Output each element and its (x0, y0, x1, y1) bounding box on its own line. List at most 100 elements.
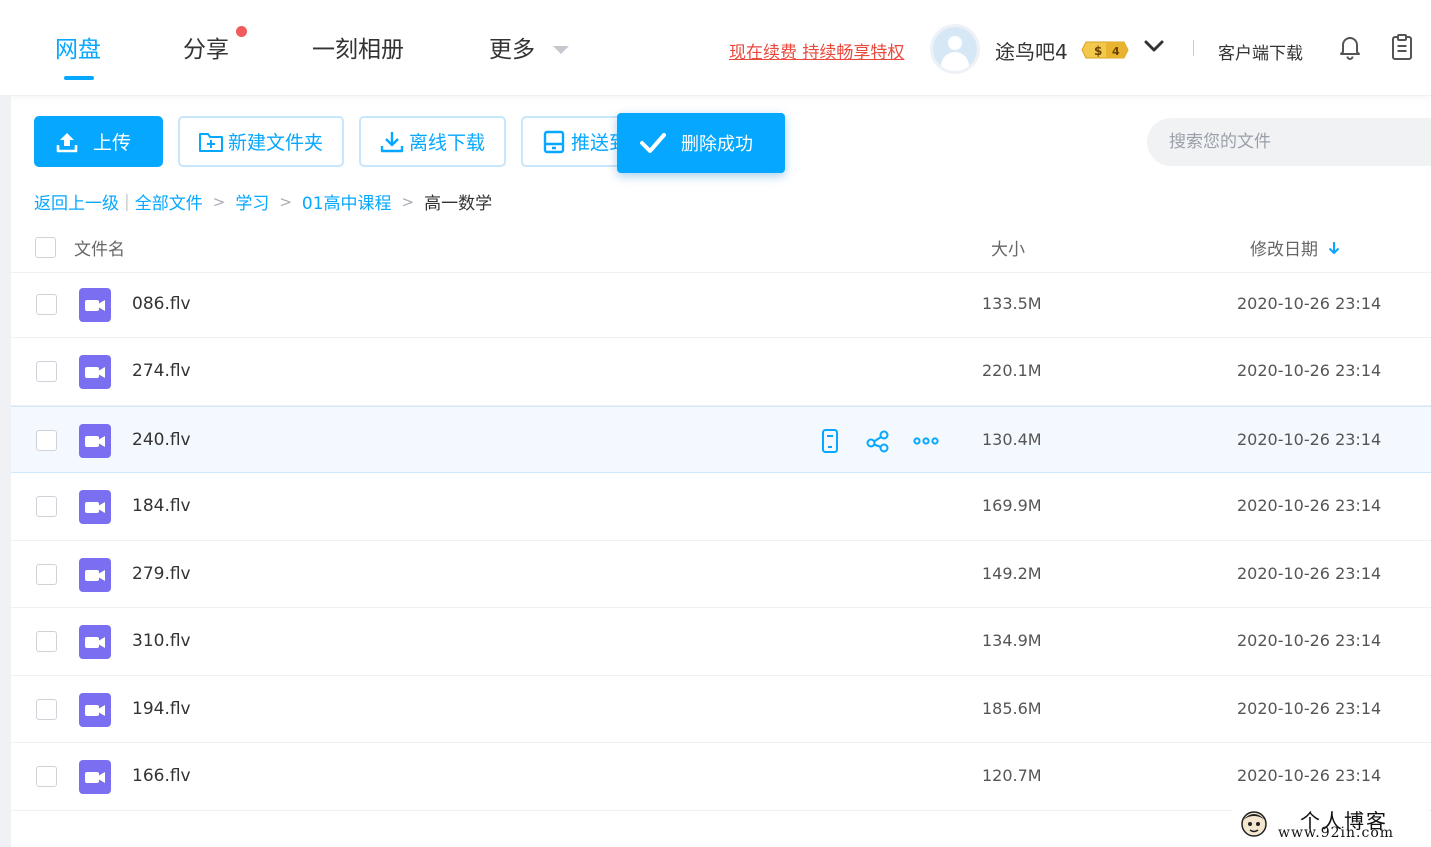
file-size: 149.2M (982, 563, 1042, 583)
row-checkbox[interactable] (36, 631, 57, 652)
upload-icon (56, 132, 78, 152)
new-folder-label: 新建文件夹 (228, 132, 324, 154)
bell-icon[interactable] (1338, 34, 1362, 60)
breadcrumb: 返回上一级 | 全部文件 > 学习 > 01高中课程 > 高一数学 (34, 189, 493, 215)
upload-button[interactable]: 上传 (34, 116, 163, 167)
breadcrumb-all-files[interactable]: 全部文件 (135, 189, 203, 214)
more-caret-icon[interactable] (553, 46, 569, 54)
new-folder-button[interactable]: 新建文件夹 (178, 116, 344, 167)
share-icon[interactable] (865, 428, 891, 454)
file-date: 2020-10-26 23:14 (1237, 631, 1382, 650)
row-checkbox[interactable] (36, 293, 57, 315)
file-date: 2020-10-26 23:14 (1237, 563, 1382, 583)
tab-share[interactable]: 分享 (183, 30, 229, 64)
breadcrumb-separator: > (212, 192, 226, 211)
row-checkbox[interactable] (36, 496, 57, 517)
search-input[interactable] (1147, 118, 1431, 166)
vip-badge-icon: $ 4 (1081, 41, 1129, 59)
left-sidebar-edge (0, 96, 11, 847)
row-checkbox[interactable] (36, 563, 57, 585)
offline-download-button[interactable]: 离线下载 (359, 116, 506, 167)
file-date: 2020-10-26 23:14 (1237, 766, 1382, 785)
file-size: 169.9M (982, 496, 1042, 515)
video-file-icon (79, 625, 111, 659)
folder-plus-icon (199, 132, 223, 152)
file-name[interactable]: 166.flv (132, 766, 191, 786)
file-name[interactable]: 194.flv (132, 699, 191, 719)
file-date: 2020-10-26 23:14 (1237, 293, 1382, 313)
breadcrumb-study[interactable]: 学习 (235, 189, 269, 214)
file-size: 120.7M (982, 766, 1042, 785)
row-checkbox[interactable] (36, 698, 57, 720)
delete-success-toast: 删除成功 (617, 113, 785, 173)
breadcrumb-separator: > (401, 192, 415, 211)
file-name[interactable]: 240.flv (132, 430, 191, 450)
table-row[interactable]: 194.flv 185.6M 2020-10-26 23:14 (11, 676, 1431, 743)
video-file-icon (79, 557, 111, 592)
file-size: 220.1M (982, 361, 1042, 380)
renew-promo-link[interactable]: 现在续费 持续畅享特权 (729, 38, 904, 63)
share-notification-badge (236, 26, 247, 37)
tab-netdisk[interactable]: 网盘 (55, 30, 101, 80)
tab-more[interactable]: 更多 (489, 30, 535, 64)
device-icon (543, 130, 565, 153)
download-icon (380, 131, 404, 152)
breadcrumb-separator: > (279, 192, 292, 211)
table-row[interactable]: 240.flv 130.4M 2020-10-26 23:14 (11, 405, 1431, 473)
upload-label: 上传 (93, 132, 132, 154)
video-file-icon (79, 287, 111, 322)
breadcrumb-current: 高一数学 (424, 194, 493, 214)
clipboard-icon[interactable] (1390, 33, 1414, 61)
avatar[interactable] (930, 24, 980, 74)
username[interactable]: 途鸟吧4 (995, 36, 1068, 65)
file-name[interactable]: 274.flv (132, 361, 191, 381)
vip-level: 4 (1112, 45, 1120, 58)
table-row[interactable]: 279.flv 149.2M 2020-10-26 23:14 (11, 541, 1431, 608)
watermark-url: www.92in.com (1278, 825, 1395, 841)
nav-divider (1193, 40, 1194, 56)
video-file-icon (79, 760, 111, 794)
video-file-icon (79, 423, 111, 458)
file-name[interactable]: 184.flv (132, 496, 191, 516)
more-options-icon[interactable] (913, 428, 939, 454)
row-checkbox[interactable] (36, 766, 57, 787)
file-name[interactable]: 086.flv (132, 294, 191, 314)
client-download-link[interactable]: 客户端下载 (1218, 39, 1303, 64)
header-date-label: 修改日期 (1250, 240, 1318, 260)
toast-message: 删除成功 (681, 134, 753, 155)
header-modified-date[interactable]: 修改日期 (1250, 235, 1342, 260)
vip-currency: $ (1094, 44, 1102, 58)
breadcrumb-back[interactable]: 返回上一级 (34, 189, 119, 214)
watermark: 个人博客 www.92in.com (1232, 803, 1428, 845)
table-row[interactable]: 310.flv 134.9M 2020-10-26 23:14 (11, 608, 1431, 676)
table-row[interactable]: 184.flv 169.9M 2020-10-26 23:14 (11, 473, 1431, 541)
header-filename[interactable]: 文件名 (74, 235, 125, 260)
file-name[interactable]: 310.flv (132, 631, 191, 651)
file-size: 130.4M (982, 429, 1042, 449)
breadcrumb-highschool[interactable]: 01高中课程 (302, 189, 392, 214)
mascot-icon (1241, 811, 1267, 837)
file-name[interactable]: 279.flv (132, 564, 191, 584)
table-row[interactable]: 166.flv 120.7M 2020-10-26 23:14 (11, 743, 1431, 811)
offline-download-label: 离线下载 (409, 132, 486, 154)
file-size: 133.5M (982, 293, 1042, 313)
file-date: 2020-10-26 23:14 (1237, 496, 1382, 515)
video-file-icon (79, 355, 111, 389)
video-file-icon (79, 692, 111, 727)
arrow-down-icon[interactable] (1326, 240, 1342, 256)
file-date: 2020-10-26 23:14 (1237, 361, 1382, 380)
breadcrumb-pipe: | (124, 191, 130, 212)
chevron-down-icon[interactable] (1143, 38, 1165, 54)
push-device-icon[interactable] (817, 428, 843, 454)
header-size[interactable]: 大小 (991, 235, 1025, 260)
table-row[interactable]: 086.flv 133.5M 2020-10-26 23:14 (11, 273, 1431, 338)
table-row[interactable]: 274.flv 220.1M 2020-10-26 23:14 (11, 338, 1431, 406)
video-file-icon (79, 490, 111, 524)
file-size: 134.9M (982, 631, 1042, 650)
row-checkbox[interactable] (36, 429, 57, 451)
file-list[interactable]: 307.flv 73M 2020-10-26 23:14 086.flv 133… (11, 273, 1431, 847)
select-all-checkbox[interactable] (35, 237, 56, 258)
file-date: 2020-10-26 23:14 (1237, 698, 1382, 718)
row-checkbox[interactable] (36, 361, 57, 382)
tab-album[interactable]: 一刻相册 (312, 30, 404, 64)
